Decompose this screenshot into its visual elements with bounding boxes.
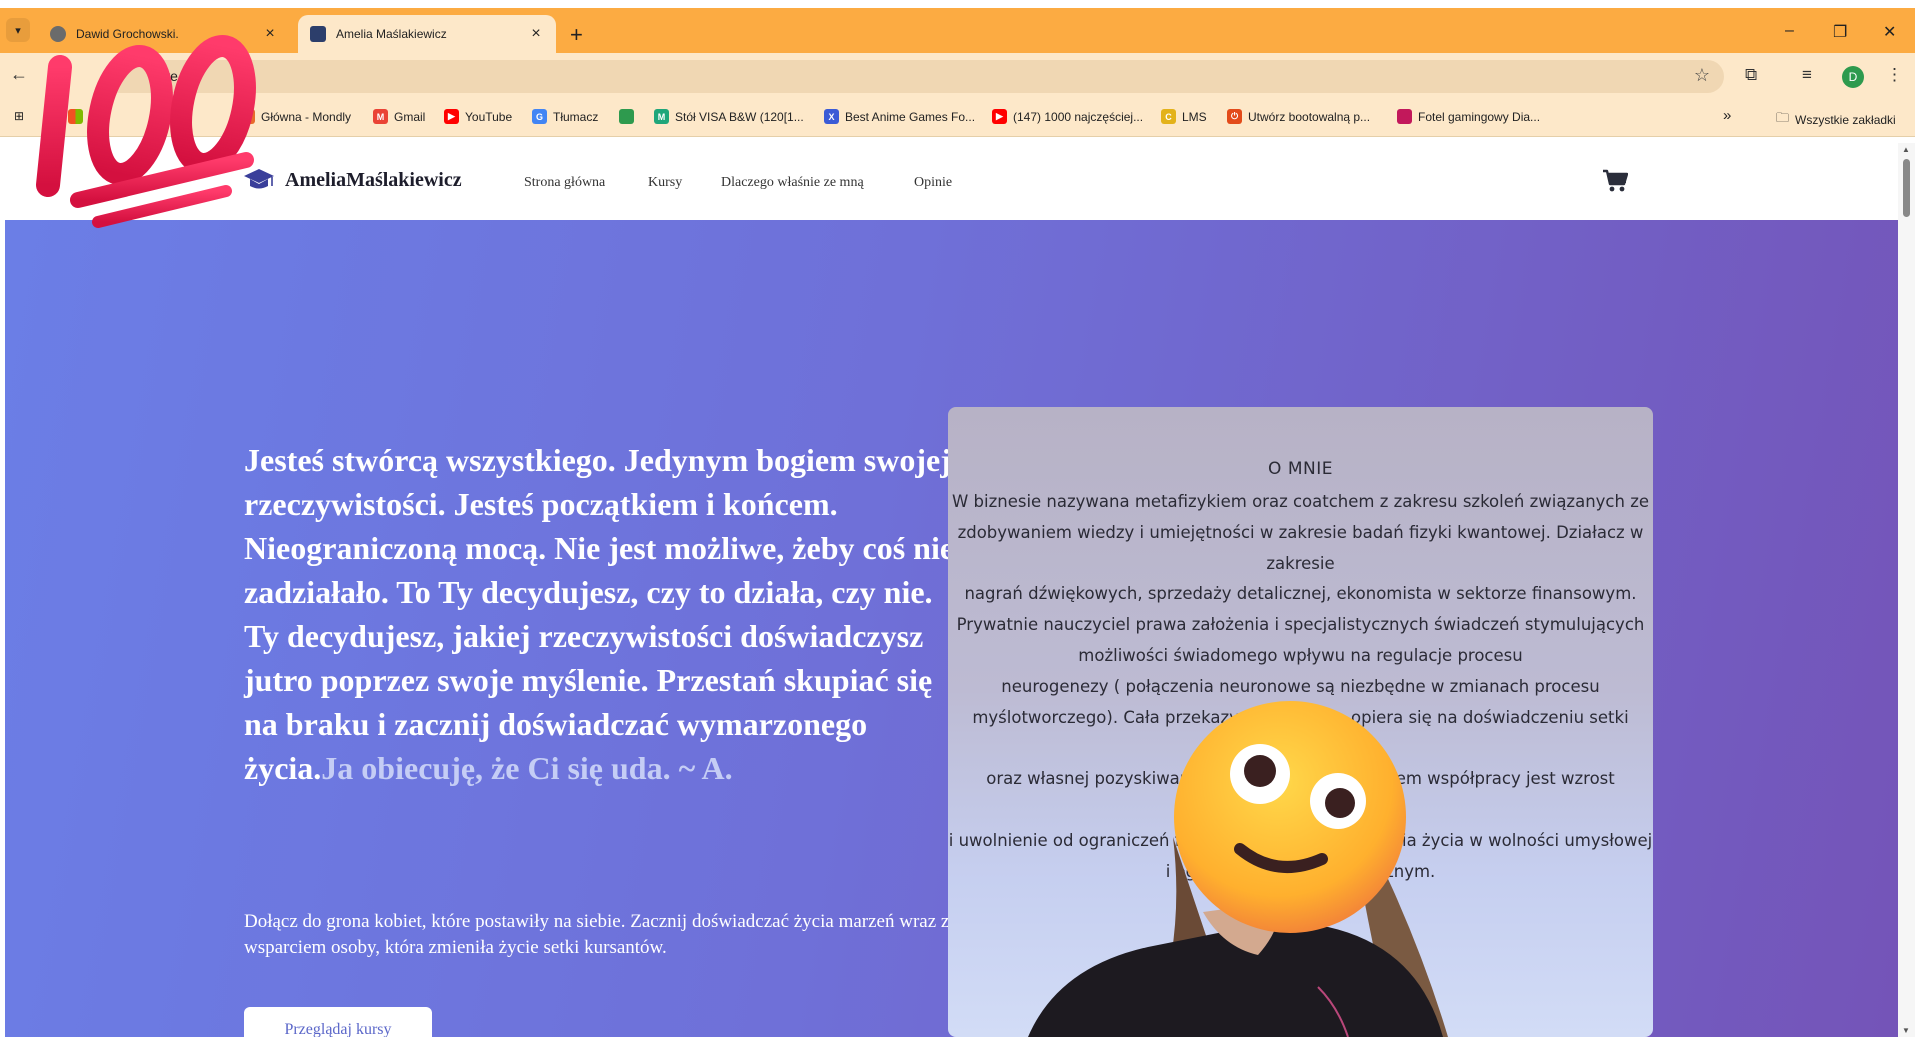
browser-toolbar: ← we ☆ ⧉ ≡ D ⋮ bbox=[0, 53, 1915, 99]
minimize-button[interactable]: – bbox=[1785, 22, 1794, 40]
woozy-smiley-icon bbox=[1174, 701, 1406, 933]
flower-icon bbox=[619, 109, 634, 124]
brand-logo[interactable]: AmeliaMaślakiewicz bbox=[243, 167, 462, 193]
site-favicon-icon bbox=[310, 26, 326, 42]
bookmarks-bar: ⊞ Główna - Mondly M Gmail ▶ YouTube G Tłuma… bbox=[0, 99, 1915, 137]
bookmark-youtube-1000[interactable]: ▶ (147) 1000 najczęściej... bbox=[992, 109, 1143, 124]
hero-subtitle: Dołącz do grona kobiet, które postawiły … bbox=[244, 911, 958, 958]
hero-section: Jesteś stwórcą wszystkiego. Jedynym bogi… bbox=[5, 220, 1898, 1037]
hero-headline: Jesteś stwórcą wszystkiego. Jedynym bogi… bbox=[244, 438, 964, 790]
bookmark-label: LMS bbox=[1182, 109, 1207, 124]
profile-avatar[interactable]: D bbox=[1842, 66, 1864, 88]
bookmark-flower[interactable] bbox=[619, 109, 640, 124]
lms-icon: C bbox=[1161, 109, 1176, 124]
bookmark-visa-table[interactable]: M Stół VISA B&W (120[1... bbox=[654, 109, 804, 124]
close-window-button[interactable]: ✕ bbox=[1883, 22, 1896, 42]
page-scrollbar[interactable]: ▲ ▼ bbox=[1898, 143, 1915, 1037]
shopping-cart-icon[interactable] bbox=[1602, 169, 1628, 193]
brand-name: AmeliaMaślakiewicz bbox=[285, 168, 462, 191]
scrollbar-thumb[interactable] bbox=[1903, 159, 1910, 217]
tab-title: Amelia Maślakiewicz bbox=[336, 27, 447, 41]
scroll-down-icon[interactable]: ▼ bbox=[1902, 1026, 1910, 1035]
bookmark-label: Stół VISA B&W (120[1... bbox=[675, 109, 804, 124]
youtube-icon: ▶ bbox=[444, 109, 459, 124]
bookmark-label: Wszystkie zakładki bbox=[1795, 113, 1896, 127]
bookmark-translate[interactable]: G Tłumacz bbox=[532, 109, 598, 124]
scroll-up-icon[interactable]: ▲ bbox=[1902, 145, 1910, 154]
gmail-icon: M bbox=[373, 109, 388, 124]
bookmark-gaming-chair[interactable]: Fotel gamingowy Dia... bbox=[1397, 109, 1540, 124]
nav-courses[interactable]: Kursy bbox=[648, 175, 682, 191]
bookmark-anime-games[interactable]: X Best Anime Games Fo... bbox=[824, 109, 975, 124]
shop-icon bbox=[1397, 109, 1412, 124]
page-viewport: AmeliaMaślakiewicz Strona główna Kursy D… bbox=[5, 143, 1898, 1037]
browse-courses-button[interactable]: Przeglądaj kursy bbox=[244, 1007, 432, 1037]
close-icon[interactable]: × bbox=[528, 25, 544, 43]
bookmark-label: Tłumacz bbox=[553, 109, 599, 124]
translate-icon: G bbox=[532, 109, 547, 124]
youtube-icon: ▶ bbox=[992, 109, 1007, 124]
nav-reviews[interactable]: Opinie bbox=[914, 175, 952, 191]
all-bookmarks-folder[interactable]: 🗀 Wszystkie zakładki bbox=[1776, 109, 1896, 131]
extensions-puzzle-icon[interactable]: ⧉ bbox=[1745, 65, 1757, 85]
rufus-icon: ⏻ bbox=[1227, 109, 1242, 124]
more-bookmarks-button[interactable]: » bbox=[1723, 107, 1731, 124]
new-tab-button[interactable]: + bbox=[570, 24, 583, 46]
m-logo-icon: M bbox=[654, 109, 669, 124]
bookmark-gmail[interactable]: M Gmail bbox=[373, 109, 425, 124]
tab-amelia-maslakiewicz[interactable]: Amelia Maślakiewicz × bbox=[298, 15, 556, 53]
bookmark-star-icon[interactable]: ☆ bbox=[1694, 65, 1710, 86]
nav-home[interactable]: Strona główna bbox=[524, 175, 605, 191]
address-bar[interactable]: we ☆ bbox=[104, 60, 1724, 93]
bookmark-bootable[interactable]: ⏻ Utwórz bootowalną p... bbox=[1227, 109, 1370, 124]
folder-icon: 🗀 bbox=[1776, 110, 1790, 125]
bookmark-label: (147) 1000 najczęściej... bbox=[1013, 109, 1144, 124]
kebab-menu-icon[interactable]: ⋮ bbox=[1886, 65, 1903, 85]
hundred-points-icon bbox=[36, 34, 256, 228]
media-controls-icon[interactable]: ≡ bbox=[1802, 65, 1812, 85]
hero-headline-text: Jesteś stwórcą wszystkiego. Jedynym bogi… bbox=[244, 442, 955, 786]
x-logo-icon: X bbox=[824, 109, 839, 124]
hero-headline-accent: Ja obiecuję, że Ci się uda. ~ A. bbox=[321, 750, 733, 786]
restore-button[interactable]: ❐ bbox=[1833, 22, 1847, 42]
bookmark-label: Gmail bbox=[394, 109, 426, 124]
bookmark-lms[interactable]: C LMS bbox=[1161, 109, 1207, 124]
bookmark-youtube[interactable]: ▶ YouTube bbox=[444, 109, 512, 124]
bookmark-label: Utwórz bootowalną p... bbox=[1248, 109, 1371, 124]
tab-strip: ▾ Dawid Grochowski. × Amelia Maślakiewic… bbox=[0, 8, 1915, 53]
site-header: AmeliaMaślakiewicz Strona główna Kursy D… bbox=[5, 143, 1898, 220]
bookmark-label: YouTube bbox=[465, 109, 513, 124]
bookmark-label: Best Anime Games Fo... bbox=[845, 109, 976, 124]
nav-why-me[interactable]: Dlaczego właśnie ze mną bbox=[721, 175, 864, 191]
window-frame bbox=[0, 0, 1915, 8]
bookmark-label: Fotel gamingowy Dia... bbox=[1418, 109, 1541, 124]
